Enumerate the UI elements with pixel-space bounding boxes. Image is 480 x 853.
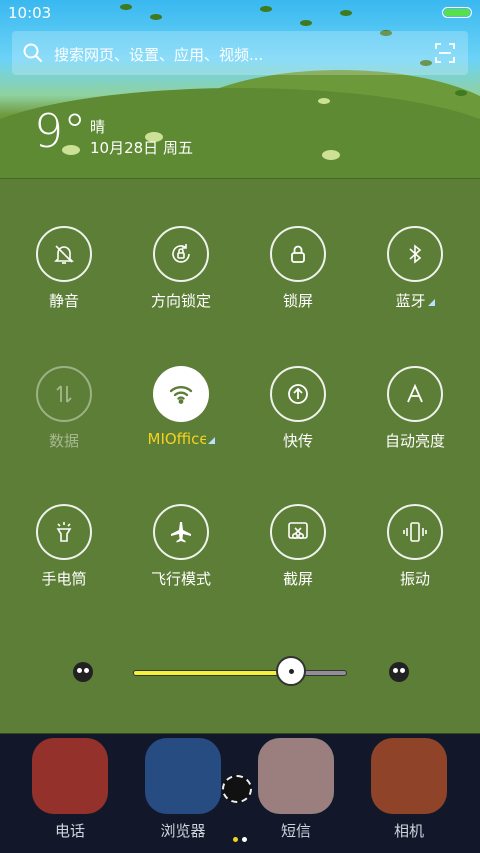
airplane-icon <box>168 519 194 545</box>
toggle-label: 振动 <box>360 568 470 589</box>
toggle-label-text: 截屏 <box>282 570 313 588</box>
search-icon <box>22 42 44 68</box>
toggle-bluetooth[interactable]: 蓝牙 <box>360 226 470 311</box>
toggle-auto-brightness[interactable]: 自动亮度 <box>360 366 470 451</box>
toggle-bell-off[interactable]: 静音 <box>9 226 119 311</box>
toggle-label: 飞行模式 <box>126 568 236 589</box>
toggle-button[interactable] <box>36 226 92 282</box>
messages-app-icon <box>258 738 334 814</box>
toggle-mobile-data[interactable]: 数据 <box>9 366 119 451</box>
dock-app-phone[interactable]: 电话 <box>15 734 125 841</box>
page-indicator <box>233 827 251 846</box>
toggle-label-text: 快传 <box>282 432 313 450</box>
toggle-label-text: 锁屏 <box>282 292 313 310</box>
lock-icon <box>286 242 310 266</box>
toggle-rotation-lock[interactable]: 方向锁定 <box>126 226 236 311</box>
toggle-label: 蓝牙 <box>360 290 470 311</box>
toggle-label-text: 方向锁定 <box>150 292 211 310</box>
bell-off-icon <box>52 242 76 266</box>
toggle-label: 方向锁定 <box>126 290 236 311</box>
toggle-wifi[interactable]: MIOffice <box>126 366 236 448</box>
toggle-label: 静音 <box>9 290 119 311</box>
status-bar: 10:03 <box>0 0 480 26</box>
toggle-label: MIOffice <box>126 430 236 448</box>
search-placeholder: 搜索网页、设置、应用、视频... <box>54 46 264 64</box>
weather-condition: 晴 <box>90 118 106 136</box>
toggle-button[interactable] <box>387 504 443 560</box>
phone-app-icon <box>32 738 108 814</box>
toggle-label-text: 蓝牙 <box>395 292 426 310</box>
toggle-button[interactable] <box>270 226 326 282</box>
wifi-icon <box>167 380 195 408</box>
mobile-data-icon <box>52 382 76 406</box>
toggle-airplane[interactable]: 飞行模式 <box>126 504 236 589</box>
menu-indicator-icon <box>207 437 215 444</box>
vibrate-icon <box>402 519 428 545</box>
flashlight-icon <box>51 519 77 545</box>
toggle-button[interactable] <box>153 226 209 282</box>
toggle-label-text: 静音 <box>48 292 79 310</box>
toggle-button[interactable] <box>270 504 326 560</box>
toggle-button[interactable] <box>270 366 326 422</box>
weather-temperature[interactable]: 9° <box>34 108 86 154</box>
toggle-label-text: 飞行模式 <box>150 570 211 588</box>
auto-brightness-icon <box>403 382 427 406</box>
toggle-button[interactable] <box>387 226 443 282</box>
toggle-button[interactable] <box>153 366 209 422</box>
page-dot <box>242 837 247 842</box>
toggle-label-text: MIOffice <box>147 430 206 448</box>
toggle-label-text: 振动 <box>399 570 430 588</box>
mascot-icon <box>222 775 252 803</box>
toggle-quick-share[interactable]: 快传 <box>243 366 353 451</box>
toggle-label-text: 数据 <box>48 432 79 450</box>
browser-app-icon <box>145 738 221 814</box>
rotation-lock-icon <box>168 241 194 267</box>
search-bar[interactable]: 搜索网页、设置、应用、视频... <box>12 31 468 75</box>
dock-app-label: 浏览器 <box>160 822 206 840</box>
brightness-slider[interactable] <box>133 670 347 676</box>
camera-app-icon <box>371 738 447 814</box>
toggle-lock[interactable]: 锁屏 <box>243 226 353 311</box>
toggle-button[interactable] <box>387 366 443 422</box>
toggle-label-text: 自动亮度 <box>384 432 445 450</box>
toggle-flashlight[interactable]: 手电筒 <box>9 504 119 589</box>
dock-app-label: 短信 <box>280 822 311 840</box>
dock-app-messages[interactable]: 短信 <box>241 734 351 841</box>
battery-level <box>444 9 470 16</box>
scan-icon[interactable] <box>434 42 456 68</box>
toggle-label: 锁屏 <box>243 290 353 311</box>
dock-app-camera[interactable]: 相机 <box>354 734 464 841</box>
toggle-label: 快传 <box>243 430 353 451</box>
toggle-label: 数据 <box>9 430 119 451</box>
toggle-button[interactable] <box>153 504 209 560</box>
brightness-fill <box>134 671 291 675</box>
status-time: 10:03 <box>8 4 52 22</box>
toggle-screenshot[interactable]: 截屏 <box>243 504 353 589</box>
bluetooth-icon <box>404 243 426 265</box>
toggle-label: 自动亮度 <box>360 430 470 451</box>
page-dot <box>233 837 238 842</box>
dock-app-label: 电话 <box>54 822 85 840</box>
battery-icon <box>442 7 472 18</box>
brightness-low-icon <box>73 662 93 682</box>
screenshot-icon <box>285 519 311 545</box>
wallpaper-leaf <box>455 90 467 96</box>
toggle-label: 手电筒 <box>9 568 119 589</box>
menu-indicator-icon <box>427 299 435 306</box>
toggle-vibrate[interactable]: 振动 <box>360 504 470 589</box>
quick-share-icon <box>285 381 311 407</box>
toggle-label-text: 手电筒 <box>41 570 87 588</box>
wallpaper-flower <box>322 150 340 160</box>
brightness-high-icon <box>389 662 409 682</box>
wallpaper-flower <box>318 98 330 104</box>
dock-app-label: 相机 <box>393 822 424 840</box>
toggle-button[interactable] <box>36 366 92 422</box>
weather-date: 10月28日 周五 <box>90 139 193 157</box>
toggle-button[interactable] <box>36 504 92 560</box>
toggle-label: 截屏 <box>243 568 353 589</box>
